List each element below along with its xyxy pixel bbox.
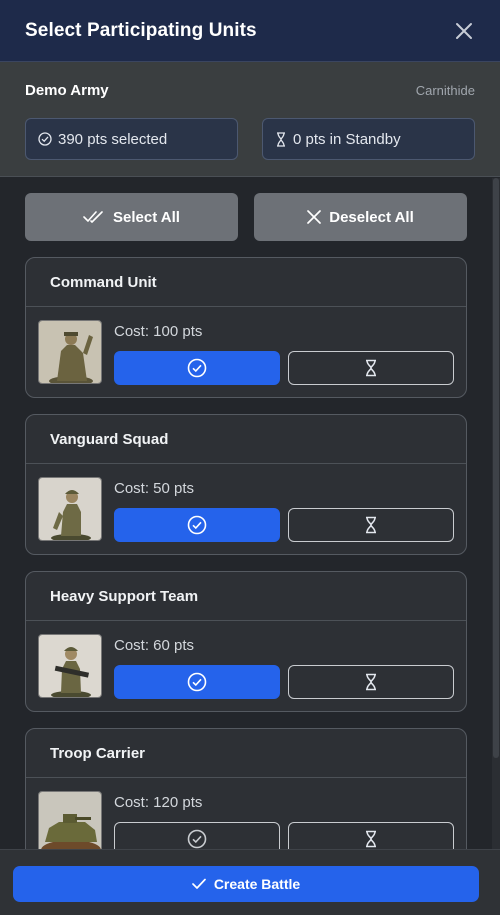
unit-thumbnail (38, 477, 102, 541)
dialog-header: Select Participating Units (0, 0, 500, 62)
unit-thumbnail (38, 634, 102, 698)
unit-thumbnail (38, 791, 102, 849)
unit-name: Heavy Support Team (26, 572, 466, 621)
double-check-icon (83, 211, 103, 223)
check-circle-icon (187, 515, 207, 535)
check-circle-icon (38, 132, 52, 146)
deselect-all-label: Deselect All (329, 208, 414, 226)
x-icon (307, 210, 322, 224)
close-icon (456, 22, 472, 39)
create-battle-button[interactable]: Create Battle (13, 866, 479, 902)
hourglass-icon (366, 830, 376, 848)
unit-name: Command Unit (26, 258, 466, 307)
select-unit-button[interactable] (114, 822, 280, 849)
unit-cost: Cost: 60 pts (114, 637, 195, 654)
deselect-all-button[interactable]: Deselect All (254, 193, 467, 241)
check-circle-icon (187, 829, 207, 849)
standby-points-text: 0 pts in Standby (293, 130, 401, 148)
unit-cost: Cost: 100 pts (114, 323, 203, 340)
standby-points-badge: 0 pts in Standby (262, 118, 475, 160)
select-unit-button[interactable] (114, 351, 280, 385)
unit-name: Vanguard Squad (26, 415, 466, 464)
unit-name: Troop Carrier (26, 729, 466, 778)
selected-points-text: 390 pts selected (58, 130, 168, 148)
unit-thumbnail (38, 320, 102, 384)
standby-unit-button[interactable] (288, 665, 454, 699)
hourglass-icon (366, 673, 376, 691)
check-icon (191, 878, 206, 889)
scrollbar-thumb[interactable] (493, 178, 499, 758)
standby-unit-button[interactable] (288, 351, 454, 385)
select-unit-button[interactable] (114, 508, 280, 542)
army-faction: Carnithide (415, 82, 475, 98)
unit-cost: Cost: 120 pts (114, 794, 203, 811)
army-name: Demo Army (25, 81, 109, 99)
unit-card: Vanguard Squad Cost: 50 pts (25, 414, 467, 555)
check-circle-icon (187, 672, 207, 692)
select-all-button[interactable]: Select All (25, 193, 238, 241)
hourglass-icon (366, 516, 376, 534)
scrollbar[interactable] (492, 178, 500, 849)
dialog-footer: Create Battle (0, 849, 500, 915)
hourglass-icon (277, 131, 285, 147)
dialog-title: Select Participating Units (25, 19, 257, 41)
selected-points-badge: 390 pts selected (25, 118, 238, 160)
select-unit-button[interactable] (114, 665, 280, 699)
unit-card: Troop Carrier Cost: 120 pts (25, 728, 467, 849)
unit-cost: Cost: 50 pts (114, 480, 195, 497)
close-button[interactable] (454, 21, 474, 41)
unit-list-scroll[interactable]: Select All Deselect All Command Unit Cos… (0, 178, 492, 849)
create-battle-label: Create Battle (213, 876, 301, 892)
standby-unit-button[interactable] (288, 508, 454, 542)
check-circle-icon (187, 358, 207, 378)
hourglass-icon (366, 359, 376, 377)
unit-card: Command Unit Cost: 100 pts (25, 257, 467, 398)
unit-card: Heavy Support Team Cost: 60 pts (25, 571, 467, 712)
select-all-label: Select All (113, 208, 180, 226)
standby-unit-button[interactable] (288, 822, 454, 849)
army-summary: Demo Army Carnithide 390 pts selected 0 … (0, 62, 500, 177)
